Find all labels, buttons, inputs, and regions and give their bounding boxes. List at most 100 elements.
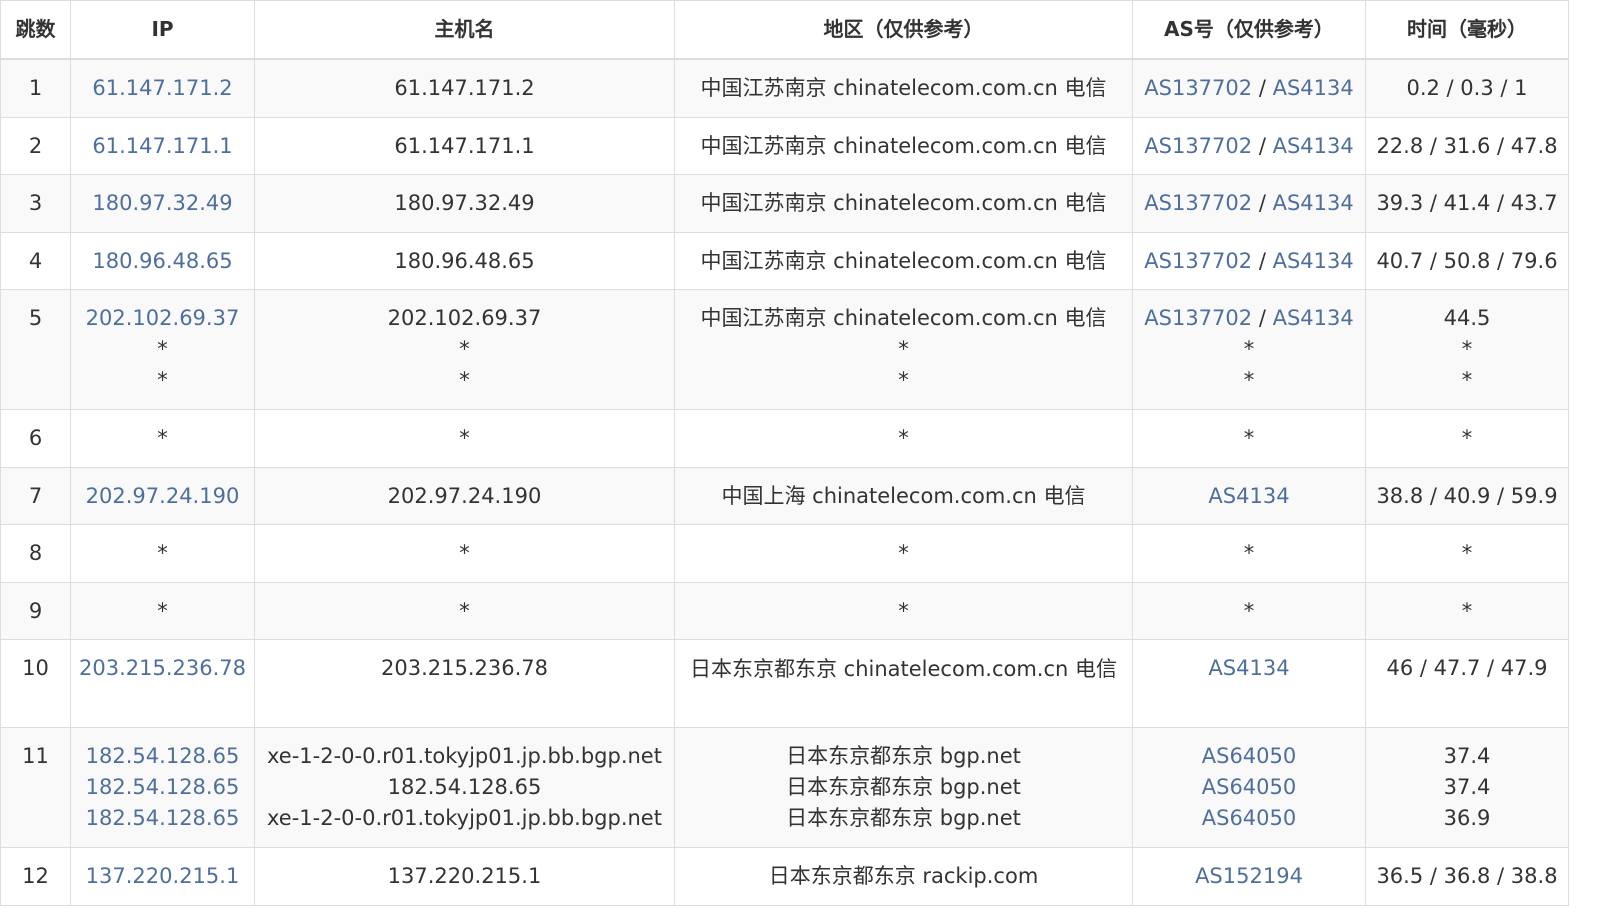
hostname-text: 182.54.128.65 [387,774,542,799]
as-link[interactable]: AS137702 [1144,249,1252,273]
hostname-text: 203.215.236.78 [381,655,548,680]
as-link[interactable]: AS4134 [1208,656,1289,680]
ip-link[interactable]: 182.54.128.65 [77,741,248,772]
region-text: 日本东京都东京 bgp.net [786,805,1021,830]
as-line: AS152194 [1139,861,1359,892]
hop-cell: 5 [0,288,71,410]
region-cell: 中国江苏南京 chinatelecom.com.cn 电信 [674,173,1133,233]
as-cell: AS4134 [1132,466,1366,525]
ip-cell: 61.147.171.1 [70,116,255,175]
table-row: 8 * * * * * [0,523,1569,583]
region-text: 日本东京都东京 bgp.net [786,774,1021,799]
ip-cell: 203.215.236.78 [70,638,255,728]
as-line: * [1139,596,1359,627]
ip-link[interactable]: 182.54.128.65 [77,772,248,803]
ip-link[interactable]: 202.102.69.37 [77,303,248,334]
ip-link[interactable]: 182.54.128.65 [77,803,248,834]
timeout-marker: * [157,336,168,361]
time-cell: * [1365,581,1569,640]
as-link[interactable]: AS152194 [1195,864,1303,888]
ip-link[interactable]: 137.220.215.1 [77,861,248,892]
time-cell: * [1365,523,1569,583]
region-text: 中国江苏南京 chinatelecom.com.cn 电信 [700,133,1107,158]
time-cell: 37.4 37.4 36.9 [1365,726,1569,848]
as-link[interactable]: AS137702 [1144,191,1252,215]
time-cell: 40.7 / 50.8 / 79.6 [1365,231,1569,290]
as-cell: AS137702 / AS4134 [1132,116,1366,175]
as-cell: * [1132,523,1366,583]
as-cell: AS152194 [1132,846,1366,906]
hostname-text: 61.147.171.2 [394,76,535,100]
hostname-cell: * [254,408,675,468]
as-link[interactable]: AS64050 [1202,744,1297,768]
ip-link[interactable]: 202.97.24.190 [77,481,248,512]
hop-number: 2 [28,133,43,158]
as-link[interactable]: AS64050 [1202,775,1297,799]
ip-link[interactable]: 61.147.171.1 [77,131,248,162]
timeout-marker: * [1461,367,1473,392]
timeout-marker: * [459,598,470,623]
as-link[interactable]: AS4134 [1273,306,1354,330]
as-line: AS137702 / AS4134 [1139,303,1359,334]
as-line: AS64050 [1139,803,1359,834]
region-text: 中国江苏南京 chinatelecom.com.cn 电信 [700,190,1107,215]
time-cell: 22.8 / 31.6 / 47.8 [1365,116,1569,175]
timeout-marker: * [898,598,909,623]
table-row: 7 202.97.24.190 202.97.24.190 中国上海 chinatel… [0,466,1569,525]
time-cell: * [1365,408,1569,468]
hop-number: 3 [28,190,43,215]
latency-text: 36.9 [1443,805,1491,830]
as-link[interactable]: AS137702 [1144,306,1252,330]
hop-cell: 1 [0,58,71,118]
ip-link[interactable]: 61.147.171.2 [77,73,248,104]
as-separator: / [1252,190,1273,215]
as-line: AS137702 / AS4134 [1139,246,1359,277]
hop-number: 7 [28,483,43,508]
as-line: AS4134 [1139,653,1359,684]
hop-cell: 7 [0,466,71,525]
ip-cell: * [70,581,255,640]
timeout-marker: * [1243,336,1255,361]
latency-text: 22.8 / 31.6 / 47.8 [1376,133,1558,158]
hostname-text: 202.97.24.190 [387,483,542,508]
as-link[interactable]: AS4134 [1273,249,1354,273]
table-row: 2 61.147.171.1 61.147.171.1 中国江苏南京 chinatel… [0,116,1569,175]
hostname-cell: 61.147.171.1 [254,116,675,175]
ip-cell: 180.97.32.49 [70,173,255,233]
hop-cell: 8 [0,523,71,583]
as-line: * [1139,423,1359,454]
as-link[interactable]: AS4134 [1273,76,1354,100]
as-link[interactable]: AS4134 [1273,134,1354,158]
ip-link[interactable]: 180.96.48.65 [77,246,248,277]
as-cell: AS137702 / AS4134 [1132,58,1366,118]
hop-number: 5 [28,305,43,330]
as-link[interactable]: AS4134 [1208,484,1289,508]
table-row: 6 * * * * * [0,408,1569,468]
hop-number: 12 [22,863,49,888]
hop-cell: 11 [0,726,71,848]
header-hostname: 主机名 [254,0,675,60]
timeout-marker: * [898,336,909,361]
as-link[interactable]: AS4134 [1273,191,1354,215]
header-as: AS号（仅供参考） [1132,0,1366,60]
hostname-cell: 203.215.236.78 [254,638,675,728]
ip-link[interactable]: 203.215.236.78 [77,653,248,684]
region-cell: 中国江苏南京 chinatelecom.com.cn 电信 [674,58,1133,118]
hostname-cell: * [254,581,675,640]
timeout-marker: * [898,367,909,392]
table-row: 11 182.54.128.65 182.54.128.65 182.54.128.6… [0,726,1569,848]
timeout-marker: * [1461,336,1473,361]
as-link[interactable]: AS137702 [1144,134,1252,158]
region-cell: * [674,408,1133,468]
as-link[interactable]: AS137702 [1144,76,1252,100]
timeout-marker: * [157,598,168,623]
as-link[interactable]: AS64050 [1202,806,1297,830]
latency-text: 46 / 47.7 / 47.9 [1386,655,1548,680]
timeout-marker: * [1461,540,1473,565]
latency-text: 38.8 / 40.9 / 59.9 [1376,483,1558,508]
region-text: 中国上海 chinatelecom.com.cn 电信 [721,483,1086,508]
ip-link[interactable]: 180.97.32.49 [77,188,248,219]
hop-number: 10 [22,655,49,680]
as-cell: * [1132,581,1366,640]
region-cell: 日本东京都东京 chinatelecom.com.cn 电信 [674,638,1133,728]
